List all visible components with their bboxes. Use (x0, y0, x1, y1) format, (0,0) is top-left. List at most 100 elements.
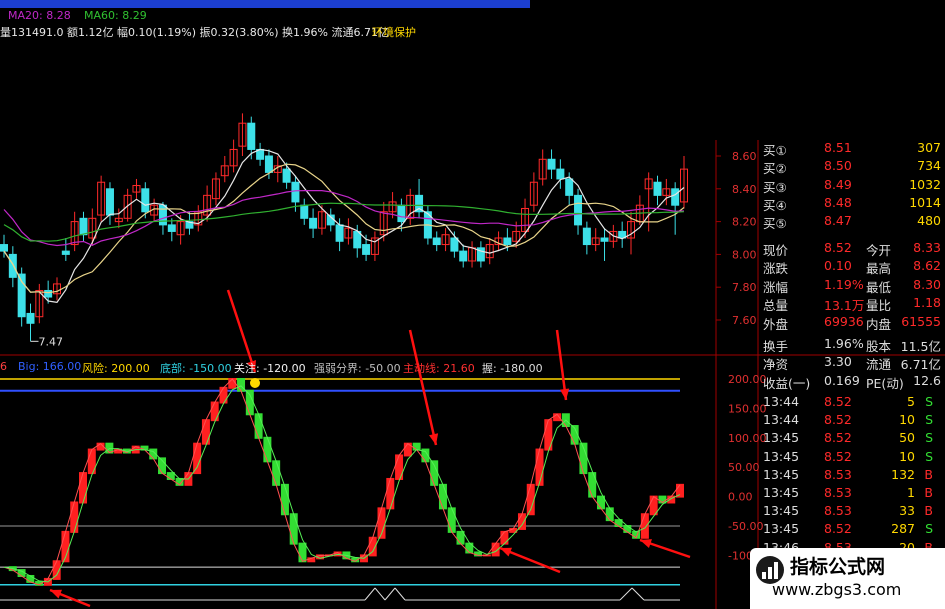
candle-body (158, 204, 167, 226)
indicator-bar (87, 448, 96, 475)
tick-side: S (925, 430, 933, 446)
tick-volume: 5 (907, 393, 915, 409)
order-book-row: 买③ 8.49 1032 (758, 175, 945, 195)
ind-extra: 握: -180.00 (482, 362, 543, 375)
tick-time: 13:45 (763, 484, 800, 500)
candle-body (459, 250, 468, 262)
price-tick-label: 7.80 (732, 281, 757, 294)
price-tick-label: 8.00 (732, 248, 757, 261)
quote-row: 外盘 69936 内盘 61555 (758, 312, 945, 332)
price-tick-label: 8.40 (732, 183, 757, 196)
candle-body (291, 181, 300, 203)
ind-strong-weak: 强弱分界: -50.00 (314, 362, 401, 375)
trigger-wave (384, 587, 396, 601)
candle-body (450, 237, 459, 252)
candle-body (362, 244, 371, 255)
indicator-tick-label: 50.00 (728, 461, 760, 474)
candle-body (264, 155, 273, 173)
indicator-bar (403, 442, 412, 457)
order-book-row: 买④ 8.48 1014 (758, 193, 945, 213)
candle-body (61, 250, 70, 255)
ind-bottom: 底部: -150.00 (160, 362, 232, 375)
indicator-bar (605, 507, 614, 522)
tick-time: 13:44 (763, 412, 800, 428)
bid-price: 8.47 (824, 213, 852, 229)
quote-panel: 买① 8.51 307 买② 8.50 734 买③ 8.49 1032 买④ 8.48 1014 买⑤… (758, 140, 945, 609)
price-tick-label: 7.60 (732, 314, 757, 327)
annotation-arrow (408, 329, 438, 446)
tick-volume: 33 (899, 503, 915, 519)
indicator-bar (535, 448, 544, 486)
indicator-bar (219, 386, 228, 404)
candle-body (671, 188, 680, 206)
bid-label: 买⑤ (763, 216, 787, 232)
quote-label: 内盘 (866, 316, 892, 332)
indicator-bar (386, 477, 395, 510)
bid-volume: 1014 (909, 194, 941, 210)
trigger-wave (364, 587, 376, 601)
tick-price: 8.53 (824, 466, 852, 482)
ma60-label: MA60: 8.29 (84, 9, 147, 22)
tick-row: 13:45 8.52 50 S (758, 428, 945, 448)
indicator-bar (254, 413, 263, 439)
tick-row: 13:44 8.52 5 S (758, 392, 945, 412)
tick-time: 13:45 (763, 430, 800, 446)
candle-body (0, 244, 8, 252)
candle-body (397, 204, 406, 223)
tick-time: 13:45 (763, 503, 800, 519)
candle-body (335, 224, 344, 242)
price-tick-label: 8.20 (732, 216, 757, 229)
indicator-bar (395, 454, 404, 480)
annotation-arrowhead (500, 547, 512, 557)
candle-body (44, 289, 53, 298)
tick-volume: 132 (891, 466, 915, 482)
indicator-bar (289, 513, 298, 545)
tick-volume: 1 (907, 484, 915, 500)
tick-price: 8.52 (824, 393, 852, 409)
candle-body (167, 224, 176, 232)
quote-value: 8.33 (913, 239, 941, 255)
bid-volume: 1032 (909, 176, 941, 192)
candle-body (309, 217, 318, 229)
candle-body (141, 188, 150, 213)
tick-side: S (925, 448, 933, 464)
stats-row: 收益(一) 0.169 PE(动) 12.6 (758, 371, 945, 391)
quote-value: 8.52 (824, 239, 852, 255)
candle-body (565, 178, 574, 196)
indicator-bar (193, 442, 202, 475)
quote-row: 涨跌 0.10 最高 8.62 (758, 256, 945, 276)
quote-value: 1.18 (913, 295, 941, 311)
tick-volume: 287 (891, 521, 915, 537)
ma20-label: MA20: 8.28 (8, 9, 71, 22)
bid-price: 8.48 (824, 194, 852, 210)
indicator-bar (79, 472, 88, 504)
tick-row: 13:45 8.53 132 B (758, 465, 945, 485)
tick-side: B (924, 484, 933, 500)
indicator-bar (245, 389, 254, 416)
indicator-bar (298, 542, 307, 563)
candle-body (556, 168, 565, 180)
tick-volume: 10 (899, 412, 915, 428)
candle-body (8, 253, 17, 278)
candle-body (26, 312, 35, 324)
tick-volume: 10 (899, 448, 915, 464)
tick-price: 8.52 (824, 448, 852, 464)
indicator-bar (447, 507, 456, 533)
tick-price: 8.52 (824, 412, 852, 428)
indicator-bar (640, 513, 649, 539)
tick-row: 13:45 8.52 287 S (758, 519, 945, 539)
stats-value: 3.30 (824, 354, 852, 370)
protect-label: 环境保护 (372, 26, 416, 39)
tick-row: 13:44 8.52 10 S (758, 410, 945, 430)
stats-line: 量131491.0 额1.12亿 幅0.10(1.19%) 振0.32(3.80… (0, 26, 389, 39)
indicator-bar (272, 460, 281, 486)
tick-price: 8.52 (824, 521, 852, 537)
annotation-arrowhead (640, 539, 652, 548)
stats-value: 0.169 (824, 373, 860, 389)
peak-marker (250, 378, 260, 388)
candle-body (503, 237, 512, 246)
quote-row: 现价 8.52 今开 8.33 (758, 238, 945, 258)
order-book-row: 买⑤ 8.47 480 (758, 211, 945, 231)
watermark-url: www.zbgs3.com (772, 580, 902, 599)
quote-value: 8.30 (913, 276, 941, 292)
